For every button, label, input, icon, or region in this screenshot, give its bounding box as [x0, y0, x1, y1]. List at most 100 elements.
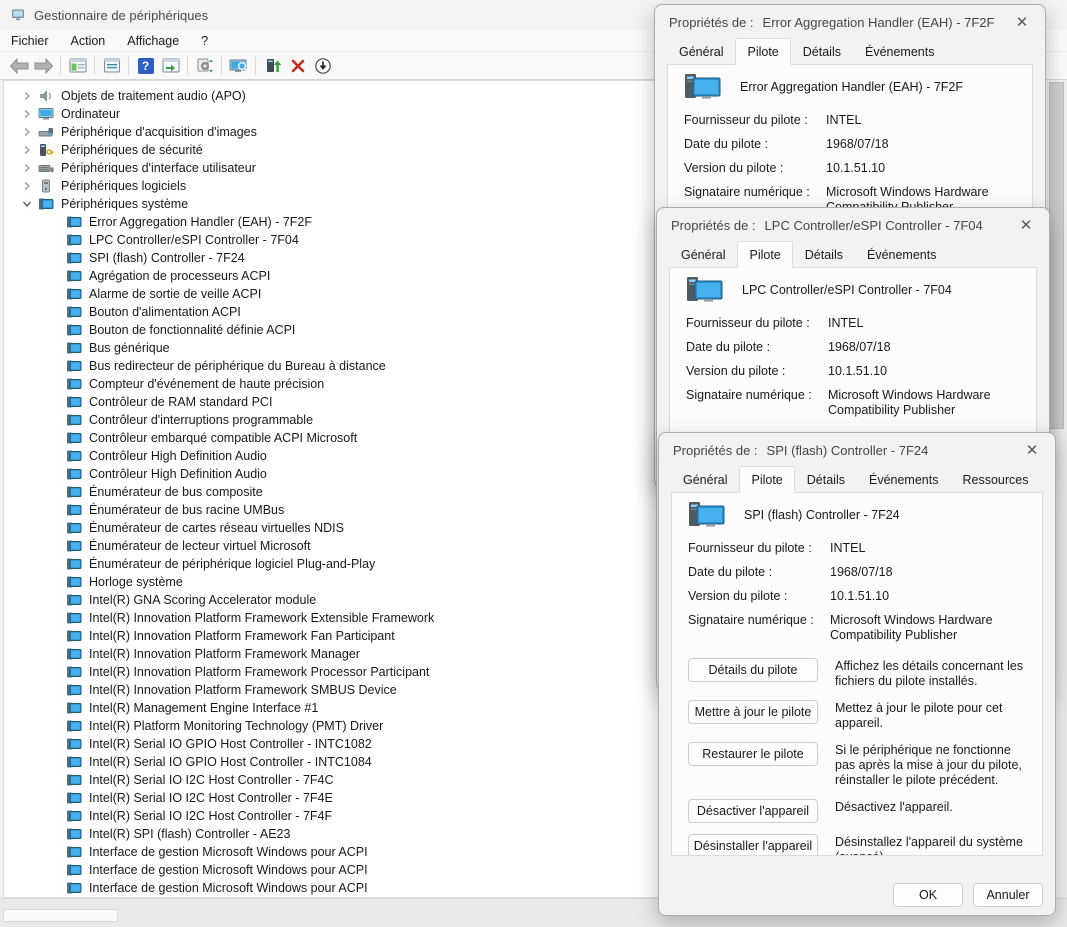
tree-item-label: Contrôleur d'interruptions programmable	[89, 413, 313, 427]
driver-action-button[interactable]: Restaurer le pilote	[688, 742, 818, 766]
system-device-icon	[66, 773, 83, 788]
tab[interactable]: Ressources	[950, 468, 1040, 493]
tab[interactable]: Détails	[793, 243, 855, 268]
tree-item-label: Énumérateur de cartes réseau virtuelles …	[89, 521, 344, 535]
tab[interactable]: Pilote	[735, 38, 790, 65]
chevron-right-icon[interactable]	[22, 127, 34, 137]
remote-computer-search-icon[interactable]	[226, 54, 251, 77]
driver-action-row: Désactiver l'appareil Désactivez l'appar…	[688, 799, 1026, 823]
field-value: INTEL	[828, 316, 1020, 331]
tab[interactable]: Événements	[857, 468, 950, 493]
tab-strip: GénéralPiloteDétailsÉvénementsRessources	[659, 467, 1055, 493]
device-header: Error Aggregation Handler (EAH) - 7F2F	[668, 65, 1032, 107]
close-icon[interactable]: ✕	[1011, 12, 1033, 32]
tab[interactable]: Détails	[795, 468, 857, 493]
dialog-titlebar: Propriétés de : SPI (flash) Controller -…	[659, 433, 1055, 467]
tree-item-label: Intel(R) SPI (flash) Controller - AE23	[89, 827, 290, 841]
system-device-icon	[66, 629, 83, 644]
driver-field-row: Version du pilote : 10.1.51.10	[688, 589, 1026, 604]
driver-field-row: Date du pilote : 1968/07/18	[688, 565, 1026, 580]
tree-item-label: Intel(R) Innovation Platform Framework S…	[89, 683, 397, 697]
close-icon[interactable]: ✕	[1021, 440, 1043, 460]
tree-item-label: Bus générique	[89, 341, 170, 355]
back-arrow-icon[interactable]	[6, 54, 31, 77]
tree-item-label: Alarme de sortie de veille ACPI	[89, 287, 261, 301]
field-value: 1968/07/18	[830, 565, 1026, 580]
chevron-down-icon[interactable]	[22, 199, 34, 209]
driver-action-button[interactable]: Désinstaller l'appareil	[688, 834, 818, 856]
dialog-titlebar: Propriétés de : Error Aggregation Handle…	[655, 5, 1045, 39]
tree-item-label: Énumérateur de bus composite	[89, 485, 263, 499]
tree-item-label: Contrôleur High Definition Audio	[89, 467, 267, 481]
update-driver-icon[interactable]	[260, 54, 285, 77]
tree-item-label: Intel(R) Management Engine Interface #1	[89, 701, 318, 715]
system-device-icon	[66, 215, 83, 230]
driver-action-button[interactable]: Mettre à jour le pilote	[688, 700, 818, 724]
ok-button[interactable]: OK	[893, 883, 963, 907]
tab[interactable]: Pilote	[737, 241, 792, 268]
driver-action-button[interactable]: Détails du pilote	[688, 658, 818, 682]
system-device-icon	[66, 845, 83, 860]
chevron-right-icon[interactable]	[22, 109, 34, 119]
driver-field-row: Date du pilote : 1968/07/18	[686, 340, 1020, 355]
tree-item-label: Horloge système	[89, 575, 183, 589]
speaker-icon	[38, 89, 55, 104]
tree-item-label: Contrôleur embarqué compatible ACPI Micr…	[89, 431, 357, 445]
tree-item-label: Interface de gestion Microsoft Windows p…	[89, 881, 368, 895]
tab[interactable]: Général	[671, 468, 739, 493]
system-device-icon	[66, 575, 83, 590]
driver-action-description: Si le périphérique ne fonctionne pas apr…	[835, 742, 1026, 788]
scan-hardware-changes-icon[interactable]	[192, 54, 217, 77]
tab[interactable]: Détails	[791, 40, 853, 65]
tree-item-label: Intel(R) GNA Scoring Accelerator module	[89, 593, 316, 607]
uninstall-device-icon[interactable]	[285, 54, 310, 77]
system-device-icon	[66, 287, 83, 302]
tab[interactable]: Général	[667, 40, 735, 65]
chevron-right-icon[interactable]	[22, 145, 34, 155]
tree-item-label: Objets de traitement audio (APO)	[61, 89, 246, 103]
tree-item-label: Énumérateur de bus racine UMBus	[89, 503, 284, 517]
driver-fields: Fournisseur du pilote : INTEL Date du pi…	[670, 310, 1036, 418]
tree-item-label: Périphérique d'acquisition d'images	[61, 125, 257, 139]
disable-device-icon[interactable]	[310, 54, 335, 77]
tab[interactable]: Général	[669, 243, 737, 268]
chevron-right-icon[interactable]	[22, 91, 34, 101]
menu-item[interactable]: Fichier	[0, 32, 60, 50]
menu-item[interactable]: Action	[60, 32, 117, 50]
driver-fields: Fournisseur du pilote : INTEL Date du pi…	[668, 107, 1032, 215]
driver-tab-page: SPI (flash) Controller - 7F24 Fournisseu…	[671, 492, 1043, 856]
properties-icon[interactable]	[99, 54, 124, 77]
console-tree-icon[interactable]	[65, 54, 90, 77]
tab[interactable]: Pilote	[739, 466, 794, 493]
forward-arrow-icon[interactable]	[31, 54, 56, 77]
menu-item[interactable]: Affichage	[116, 32, 190, 50]
field-value: 10.1.51.10	[830, 589, 1026, 604]
export-list-icon[interactable]	[158, 54, 183, 77]
tree-item-label: Compteur d'événement de haute précision	[89, 377, 324, 391]
system-device-icon	[66, 269, 83, 284]
driver-action-row: Détails du pilote Affichez les détails c…	[688, 658, 1026, 689]
tree-item-label: Ordinateur	[61, 107, 120, 121]
dialog-title-prefix: Propriétés de :	[671, 218, 756, 233]
chevron-right-icon[interactable]	[22, 163, 34, 173]
tab[interactable]: Événements	[853, 40, 946, 65]
menu-item[interactable]: ?	[190, 32, 219, 50]
chevron-right-icon[interactable]	[22, 181, 34, 191]
help-icon[interactable]: ?	[133, 54, 158, 77]
dialog-title-device: SPI (flash) Controller - 7F24	[767, 443, 929, 458]
cancel-button[interactable]: Annuler	[973, 883, 1043, 907]
system-device-icon	[66, 503, 83, 518]
horizontal-scrollbar-thumb[interactable]	[3, 909, 118, 922]
driver-action-description: Mettez à jour le pilote pour cet apparei…	[835, 700, 1026, 731]
system-device-icon	[66, 431, 83, 446]
driver-action-button[interactable]: Désactiver l'appareil	[688, 799, 818, 823]
vertical-scrollbar-thumb[interactable]	[1049, 82, 1064, 429]
close-icon[interactable]: ✕	[1015, 215, 1037, 235]
driver-field-row: Version du pilote : 10.1.51.10	[686, 364, 1020, 379]
tree-item-label: Contrôleur de RAM standard PCI	[89, 395, 272, 409]
field-value: 10.1.51.10	[828, 364, 1020, 379]
device-name: Error Aggregation Handler (EAH) - 7F2F	[740, 80, 963, 94]
tab[interactable]: Événements	[855, 243, 948, 268]
tree-item-label: Énumérateur de périphérique logiciel Plu…	[89, 557, 375, 571]
field-label: Date du pilote :	[684, 137, 816, 152]
